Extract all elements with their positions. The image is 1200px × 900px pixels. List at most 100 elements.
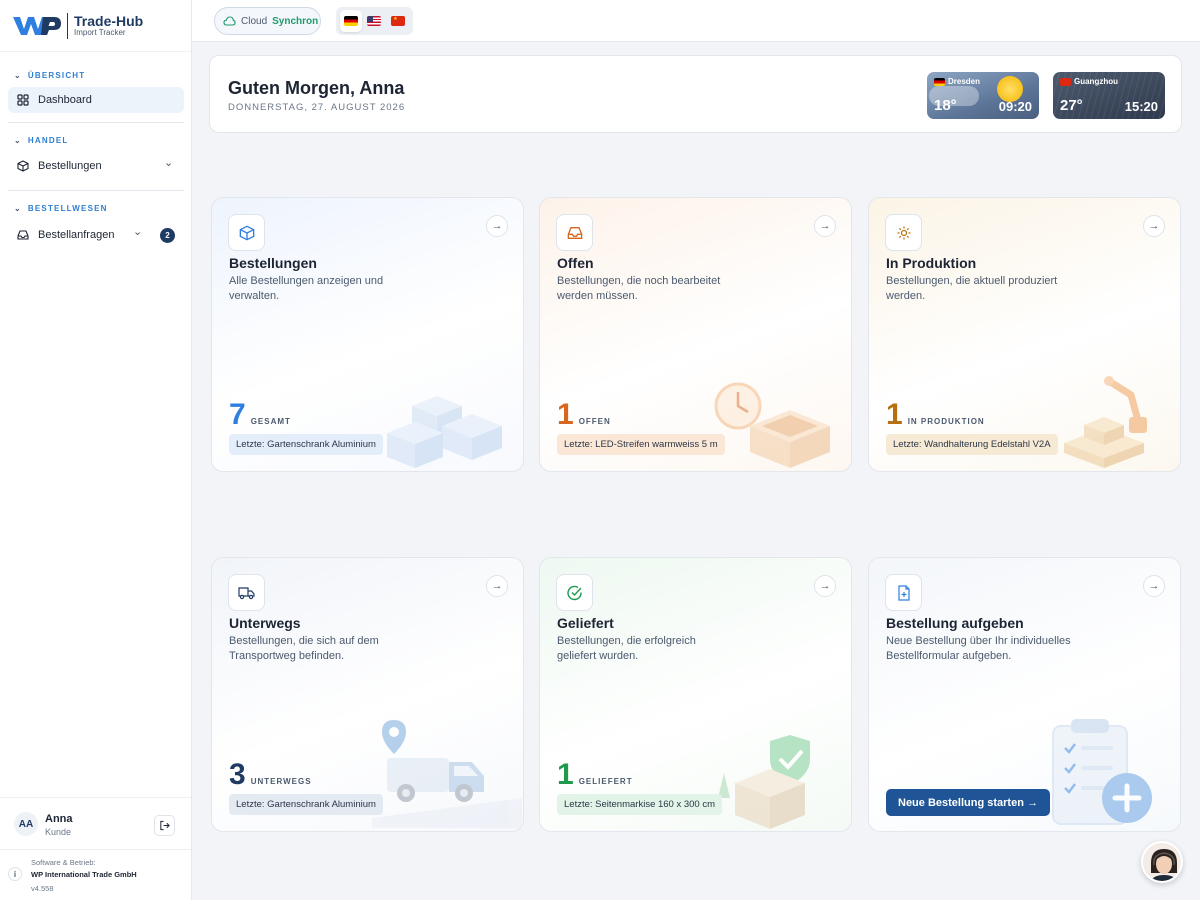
- card-title: Unterwegs: [229, 615, 301, 631]
- card-production[interactable]: → In Produktion Bestellungen, die aktuel…: [868, 197, 1181, 472]
- boxes-illustration: [387, 396, 502, 468]
- clipboard-plus-illustration: [1052, 719, 1152, 825]
- count-value: 7: [229, 398, 246, 431]
- weather-city: Dresden: [948, 77, 981, 86]
- card-description: Bestellungen, die sich auf dem Transport…: [229, 635, 379, 662]
- chevron-down-icon: ⌄: [164, 157, 174, 169]
- count-label: GESAMT: [250, 417, 291, 426]
- card-count: 7 GESAMT: [229, 400, 291, 430]
- language-en-button[interactable]: [363, 10, 385, 32]
- logout-button[interactable]: [154, 815, 175, 836]
- sidebar: Trade-Hub Import Tracker ⌄ ÜBERSICHT Das…: [0, 0, 192, 900]
- count-label: IN PRODUKTION: [907, 417, 985, 426]
- flag-usa-icon: [367, 16, 382, 26]
- card-delivered[interactable]: → Geliefert Bestellungen, die erfolgreic…: [539, 557, 852, 832]
- card-new-order[interactable]: → Bestellung aufgeben Neue Bestellung üb…: [868, 557, 1181, 832]
- flag-china-icon: [1060, 77, 1071, 86]
- last-order-chip: Letzte: LED-Streifen warmweiss 5 m: [557, 434, 725, 455]
- weather-widget-guangzhou[interactable]: Guangzhou 27° 15:20: [1053, 72, 1165, 119]
- sidebar-item-dashboard[interactable]: Dashboard: [8, 87, 184, 113]
- card-icon-box: [228, 574, 265, 611]
- sidebar-item-label: Dashboard: [38, 94, 92, 106]
- arrow-right-icon[interactable]: →: [1143, 575, 1165, 597]
- last-order-chip: Letzte: Seitenmarkise 160 x 300 cm: [557, 794, 723, 815]
- brand-name: Trade-Hub: [74, 12, 144, 29]
- weather-temp: 18°: [934, 97, 957, 114]
- arrow-right-icon[interactable]: →: [814, 215, 836, 237]
- footer-version: v4.558: [31, 884, 54, 893]
- last-order-chip: Letzte: Gartenschrank Aluminium: [229, 794, 383, 815]
- cloud-sync-status[interactable]: Cloud Synchron: [214, 7, 321, 35]
- card-icon-box: [556, 214, 593, 251]
- flag-china-icon: ★: [391, 16, 406, 26]
- footer-label: Software & Betrieb:: [31, 858, 96, 867]
- card-title: Offen: [557, 255, 594, 271]
- check-circle-icon: [566, 585, 582, 600]
- divider: [8, 190, 184, 191]
- card-title: Bestellung aufgeben: [886, 615, 1024, 631]
- card-orders[interactable]: → Bestellungen Alle Bestellungen anzeige…: [211, 197, 524, 472]
- avatar[interactable]: AA: [14, 812, 38, 836]
- card-title: Bestellungen: [229, 255, 317, 271]
- arrow-right-icon[interactable]: →: [486, 215, 508, 237]
- section-title: ÜBERSICHT: [27, 71, 86, 80]
- weather-time: 09:20: [998, 99, 1032, 114]
- flag-germany-icon: [343, 16, 358, 26]
- arrow-right-icon[interactable]: →: [486, 575, 508, 597]
- card-description: Bestellungen, die noch bearbeitet werden…: [557, 275, 721, 302]
- box-icon: [239, 225, 254, 240]
- language-cn-button[interactable]: ★: [387, 10, 409, 32]
- support-chat-avatar[interactable]: [1141, 841, 1183, 883]
- truck-icon: [238, 586, 255, 599]
- card-title: In Produktion: [886, 255, 977, 271]
- sidebar-item-label: Bestellungen: [38, 160, 102, 172]
- card-open[interactable]: → Offen Bestellungen, die noch bearbeite…: [539, 197, 852, 472]
- card-description: Bestellungen, die aktuell produziert wer…: [886, 275, 1058, 302]
- greeting-title: Guten Morgen, Anna: [228, 78, 405, 98]
- chevron-down-icon: ⌄: [14, 204, 22, 213]
- flag-germany-icon: [934, 77, 945, 86]
- greeting-date: DONNERSTAG, 27. AUGUST 2026: [228, 102, 406, 113]
- arrow-right-icon[interactable]: →: [814, 575, 836, 597]
- logout-icon: [160, 820, 170, 831]
- brand[interactable]: Trade-Hub Import Tracker: [0, 0, 191, 52]
- chevron-down-icon: ⌄: [14, 136, 22, 145]
- arrow-right-icon[interactable]: →: [1143, 215, 1165, 237]
- language-de-button[interactable]: [339, 10, 362, 32]
- language-switcher: ★: [336, 7, 413, 35]
- chevron-down-icon: ⌄: [133, 226, 143, 238]
- card-count: 1 IN PRODUKTION: [886, 400, 985, 430]
- grid-icon: [17, 94, 29, 106]
- count-label: UNTERWEGS: [250, 777, 312, 786]
- section-trade-header[interactable]: ⌄ HANDEL: [14, 136, 68, 145]
- card-count: 1 GELIEFERT: [557, 760, 633, 790]
- support-agent-avatar-icon: [1150, 849, 1178, 881]
- count-label: GELIEFERT: [578, 777, 633, 786]
- weather-widget-dresden[interactable]: Dresden 18° 09:20: [927, 72, 1039, 119]
- section-overview-header[interactable]: ⌄ ÜBERSICHT: [14, 71, 85, 80]
- sidebar-item-order-requests[interactable]: Bestellanfragen ⌄: [8, 222, 184, 248]
- section-purchasing-header[interactable]: ⌄ BESTELLWESEN: [14, 204, 108, 213]
- section-title: HANDEL: [27, 136, 69, 145]
- weather-time: 15:20: [1124, 99, 1158, 114]
- new-order-button[interactable]: Neue Bestellung starten →: [886, 789, 1050, 816]
- divider: [8, 122, 184, 123]
- sidebar-item-orders[interactable]: Bestellungen ⌄: [8, 153, 184, 179]
- card-in-transit[interactable]: → Unterwegs Bestellungen, die sich auf d…: [211, 557, 524, 832]
- greeting-panel: Guten Morgen, Anna DONNERSTAG, 27. AUGUS…: [209, 55, 1182, 133]
- card-icon-box: [885, 574, 922, 611]
- delivery-truck-illustration: [372, 720, 522, 828]
- inbox-icon: [567, 226, 582, 239]
- count-label: OFFEN: [578, 417, 611, 426]
- inbox-icon: [17, 230, 29, 240]
- count-value: 1: [557, 758, 574, 791]
- section-title: BESTELLWESEN: [27, 204, 108, 213]
- footer: i Software & Betrieb: WP International T…: [0, 849, 191, 900]
- count-value: 1: [886, 398, 903, 431]
- last-order-chip: Letzte: Gartenschrank Aluminium: [229, 434, 383, 455]
- info-icon[interactable]: i: [8, 867, 22, 881]
- card-count: 3 UNTERWEGS: [229, 760, 312, 790]
- count-value: 1: [557, 398, 574, 431]
- file-plus-icon: [897, 584, 910, 601]
- cloud-icon: [223, 16, 236, 26]
